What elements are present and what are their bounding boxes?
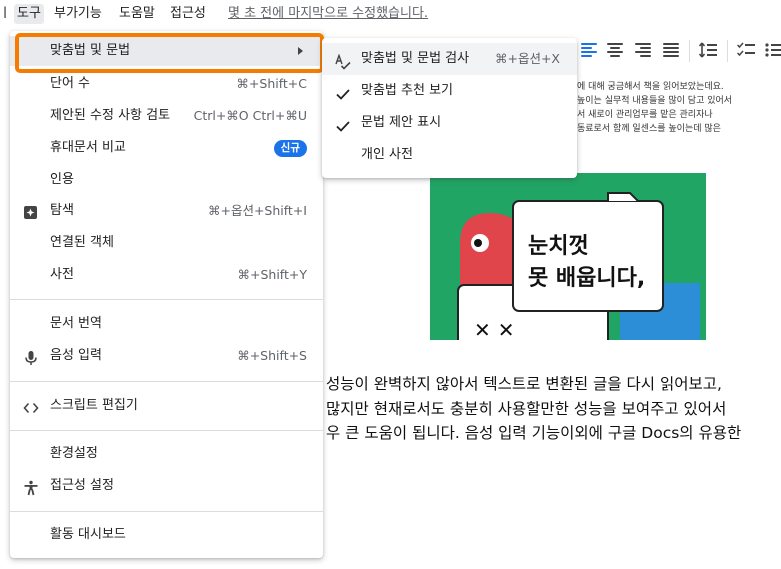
menu-item-linked-objects[interactable]: 연결된 객체 xyxy=(10,228,323,258)
menu-item-label: 연결된 객체 xyxy=(50,235,114,250)
menu-item-preferences[interactable]: 환경설정 xyxy=(10,439,323,469)
menu-item-activity-dashboard[interactable]: 활동 대시보드 xyxy=(10,520,323,550)
checkmark-icon xyxy=(335,83,351,100)
menu-item-label: 환경설정 xyxy=(50,446,98,461)
svg-text:✕ ✕: ✕ ✕ xyxy=(474,318,514,340)
spellcheck-icon xyxy=(335,51,351,70)
code-icon xyxy=(23,398,39,414)
line-spacing-icon[interactable] xyxy=(698,42,717,58)
submenu-item-label: 맞춤법 추천 보기 xyxy=(361,83,453,98)
menu-item-accessibility-settings[interactable]: 접근성 설정 xyxy=(10,471,323,501)
checkmark-icon xyxy=(335,115,351,132)
doc-line: 에 대해 궁금해서 책을 읽어보았는데요. xyxy=(577,82,724,92)
menu-item-dictionary[interactable]: 사전 ⌘+Shift+Y xyxy=(10,260,323,290)
checklist-icon[interactable] xyxy=(736,42,755,58)
menu-item-word-count[interactable]: 단어 수 ⌘+Shift+C xyxy=(10,69,323,99)
accessibility-icon xyxy=(23,478,39,496)
doc-line: 높이는 실무적 내용들을 많이 담고 있어서 xyxy=(577,96,733,106)
menu-item-voice-typing[interactable]: 음성 입력 ⌘+Shift+S xyxy=(10,341,323,371)
submenu-item-personal-dictionary[interactable]: 개인 사전 xyxy=(322,139,577,171)
menu-item-label: 제안된 수정 사항 검토 xyxy=(50,108,171,123)
highlight-annotation-box xyxy=(15,33,324,73)
image-title: 눈치껏 못 배웁니다, xyxy=(528,234,646,291)
menu-tools[interactable]: 도구 xyxy=(14,4,44,24)
submenu-item-label: 개인 사전 xyxy=(361,147,413,162)
menu-item-explore[interactable]: 탐색 ⌘+옵션+Shift+I xyxy=(10,196,323,226)
menu-item-label: 활동 대시보드 xyxy=(50,527,126,542)
align-left-icon[interactable] xyxy=(581,42,599,58)
submenu-item-label: 맞춤법 및 문법 검사 xyxy=(361,51,470,66)
tools-menu: 맞춤법 및 문법 단어 수 ⌘+Shift+C 제안된 수정 사항 검토 Ctr… xyxy=(10,31,323,558)
formatting-toolbar xyxy=(575,36,781,66)
doc-line: 서 새로이 관리업무를 맡은 관리자나 xyxy=(577,110,713,120)
explore-plus-icon xyxy=(23,203,39,219)
bulleted-list-icon[interactable] xyxy=(765,42,781,58)
shortcut-hint: ⌘+Shift+Y xyxy=(237,267,308,282)
shortcut-hint: ⌘+옵션+Shift+I xyxy=(207,203,307,218)
align-right-icon[interactable] xyxy=(635,42,653,58)
align-justify-icon[interactable] xyxy=(663,42,681,58)
shortcut-hint: ⌘+옵션+X xyxy=(494,51,560,66)
shortcut-hint: ⌘+Shift+S xyxy=(237,348,307,363)
toolbar-divider xyxy=(689,40,690,62)
menu-help[interactable]: 도움말 xyxy=(116,4,158,24)
menu-accessibility[interactable]: 접근성 xyxy=(167,4,209,24)
menu-item-label: 휴대문서 비교 xyxy=(50,140,126,155)
doc-line: 성능이 완벽하지 않아서 텍스트로 변환된 글을 다시 읽어보고, xyxy=(326,375,722,393)
menu-item-label: 인용 xyxy=(50,172,74,187)
menu-item-label: 음성 입력 xyxy=(50,348,102,363)
menu-item-label: 문서 번역 xyxy=(50,316,102,331)
book-cover-image: ✕ ✕ 눈치껏 못 배웁니다, xyxy=(430,173,706,340)
doc-line: 동료로서 함께 일센스를 높이는데 많은 xyxy=(577,124,721,134)
shortcut-hint: ⌘+Shift+C xyxy=(236,76,307,91)
menu-item-translate-document[interactable]: 문서 번역 xyxy=(10,309,323,339)
microphone-icon xyxy=(23,348,39,365)
menu-item-label: 스크립트 편집기 xyxy=(50,398,138,413)
align-center-icon[interactable] xyxy=(607,42,625,58)
toolbar-divider xyxy=(727,40,728,62)
menu-item-review-suggestions[interactable]: 제안된 수정 사항 검토 Ctrl+⌘O Ctrl+⌘U xyxy=(10,101,323,131)
doc-line: 우 큰 도움이 됩니다. 음성 입력 기능이외에 구글 Docs의 유용한 xyxy=(326,424,742,442)
doc-line: 많지만 현재로서도 충분히 사용할만한 성능을 보여주고 있어서 xyxy=(326,399,727,418)
menu-divider xyxy=(10,381,323,382)
menu-item-citations[interactable]: 인용 xyxy=(10,165,323,195)
menu-item-label: 탐색 xyxy=(50,203,74,218)
last-edit-link[interactable]: 몇 초 전에 마지막으로 수정했습니다. xyxy=(228,4,428,24)
shortcut-hint: Ctrl+⌘O Ctrl+⌘U xyxy=(193,108,307,123)
submenu-item-show-spelling-suggestions[interactable]: 맞춤법 추천 보기 xyxy=(322,75,577,107)
submenu-item-spell-check[interactable]: 맞춤법 및 문법 검사 ⌘+옵션+X xyxy=(322,43,577,75)
menu-divider xyxy=(10,299,323,300)
menu-item-label: 사전 xyxy=(50,267,74,282)
submenu-item-label: 문법 제안 표시 xyxy=(361,115,442,130)
document-text-small: 에 대해 궁금해서 책을 읽어보았는데요. 높이는 실무적 내용들을 많이 담고… xyxy=(569,80,781,136)
menu-item-label: 접근성 설정 xyxy=(50,478,114,493)
submenu-item-show-grammar-suggestions[interactable]: 문법 제안 표시 xyxy=(322,107,577,139)
document-paragraph: 성능이 완벽하지 않아서 텍스트로 변환된 글을 다시 읽어보고, 많지만 현재… xyxy=(326,372,781,446)
spelling-grammar-submenu: 맞춤법 및 문법 검사 ⌘+옵션+X 맞춤법 추천 보기 문법 제안 표시 개인… xyxy=(322,38,577,178)
menu-addons[interactable]: 부가기능 xyxy=(51,4,105,24)
menu-item-partial[interactable]: ㅣ xyxy=(0,4,14,24)
menu-divider xyxy=(10,430,323,431)
menu-divider xyxy=(10,511,323,512)
menu-item-label: 단어 수 xyxy=(50,76,91,91)
menu-item-script-editor[interactable]: 스크립트 편집기 xyxy=(10,391,323,421)
new-badge: 신규 xyxy=(273,140,307,157)
menu-bar: ㅣ 도구 부가기능 도움말 접근성 몇 초 전에 마지막으로 수정했습니다. xyxy=(0,0,781,28)
menu-item-compare-documents[interactable]: 휴대문서 비교 신규 xyxy=(10,133,323,163)
